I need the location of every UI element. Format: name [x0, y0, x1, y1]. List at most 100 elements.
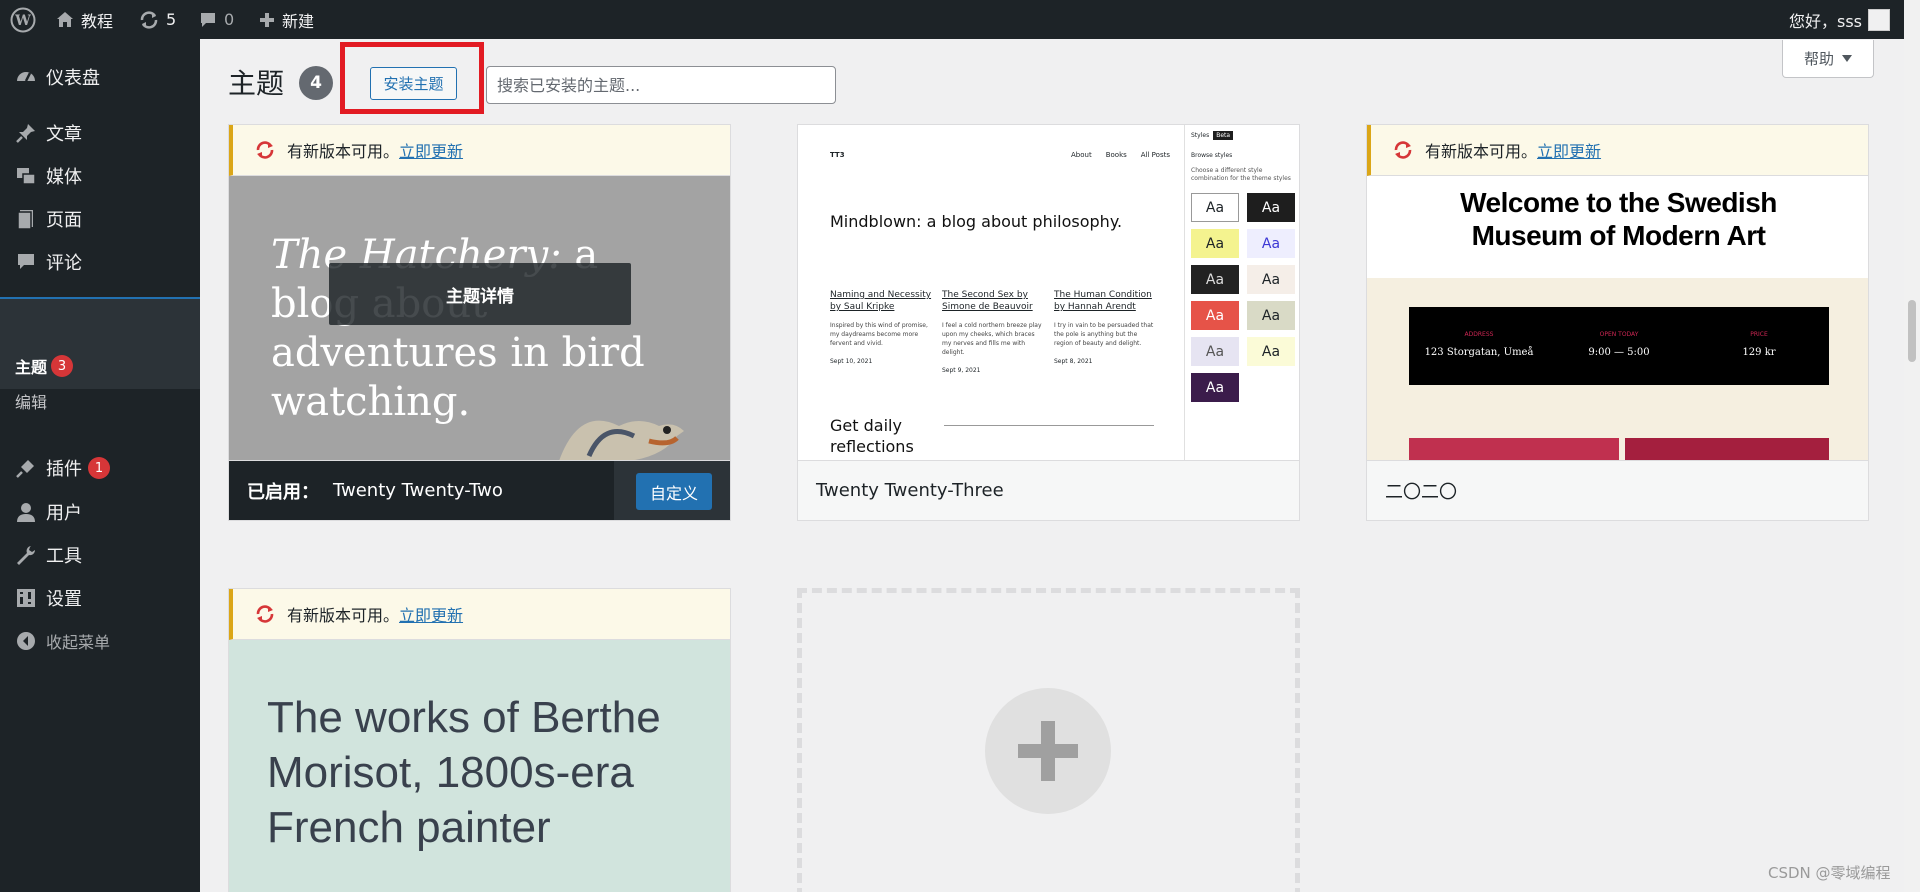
- wordpress-icon: W: [10, 7, 36, 32]
- post-date: Sept 9, 2021: [942, 367, 981, 374]
- menu-tools[interactable]: 工具: [0, 535, 200, 575]
- wordpress-logo[interactable]: W: [10, 0, 36, 39]
- post-excerpt: I try in vain to be persuaded that the p…: [1054, 322, 1154, 347]
- submenu-label: 主题: [15, 358, 48, 377]
- bird-illustration: [559, 420, 684, 461]
- comment-icon: [12, 251, 40, 273]
- post-title: The Second Sex by Simone de Beauvoir: [942, 290, 1033, 312]
- post-title: The Human Condition by Hannah Arendt: [1054, 290, 1152, 312]
- add-new-theme-button[interactable]: [985, 688, 1111, 814]
- collapse-label: 收起菜单: [46, 633, 111, 652]
- page-title: 主题: [228, 67, 285, 100]
- screenshot-post: The Second Sex by Simone de Beauvoir I f…: [942, 289, 1044, 377]
- menu-plugins[interactable]: 插件 1: [0, 448, 200, 488]
- plus-icon: [260, 12, 274, 27]
- page-icon: [12, 208, 40, 230]
- screenshot-nav: About Books All Posts: [1071, 151, 1170, 159]
- settings-icon: [12, 587, 40, 609]
- theme-name: 二〇二〇: [1385, 481, 1457, 503]
- update-icon: [256, 605, 274, 623]
- theme-footer: 二〇二〇: [1367, 460, 1868, 520]
- theme-name: Twenty Twenty-Two: [333, 480, 503, 501]
- scrollbar-thumb[interactable]: [1908, 300, 1916, 362]
- submenu-themes[interactable]: 主题 3: [15, 354, 74, 378]
- plugin-icon: [12, 457, 40, 479]
- post-date: Sept 8, 2021: [1054, 358, 1093, 365]
- menu-label: 媒体: [46, 167, 82, 188]
- theme-details-button[interactable]: 主题详情: [329, 263, 631, 325]
- updates-link[interactable]: 5: [138, 0, 176, 39]
- update-notice: 有新版本可用。立即更新: [229, 589, 730, 640]
- update-now-link[interactable]: 立即更新: [399, 142, 463, 161]
- style-swatch[interactable]: Aa: [1191, 301, 1239, 330]
- media-icon: [12, 165, 40, 187]
- post-excerpt: Inspired by this wind of promise, my day…: [830, 322, 928, 347]
- site-name: 教程: [81, 11, 114, 31]
- style-swatch[interactable]: Aa: [1247, 301, 1295, 330]
- collapse-arrow-icon: [12, 630, 40, 652]
- menu-media[interactable]: 媒体: [0, 156, 200, 196]
- menu-label: 仪表盘: [46, 68, 100, 89]
- home-icon: [57, 11, 73, 27]
- menu-pages[interactable]: 页面: [0, 199, 200, 239]
- chevron-down-icon: [1842, 54, 1852, 62]
- update-notice: 有新版本可用。立即更新: [1367, 125, 1868, 176]
- search-themes-input[interactable]: [486, 66, 836, 104]
- info-value: 9:00 — 5:00: [1588, 347, 1650, 358]
- site-name-link[interactable]: 教程: [55, 0, 113, 39]
- scrollbar[interactable]: [1904, 0, 1920, 892]
- admin-bar: W 教程 5 0 新建 您好，sss: [0, 0, 1920, 39]
- menu-settings[interactable]: 设置: [0, 578, 200, 618]
- screenshot-post: The Human Condition by Hannah Arendt I t…: [1054, 289, 1156, 368]
- menu-label: 评论: [46, 253, 82, 274]
- style-swatch[interactable]: Aa: [1247, 193, 1295, 222]
- collapse-menu-button[interactable]: 收起菜单: [0, 621, 200, 661]
- screenshot-headline: The works of Berthe Morisot, 1800s-era F…: [267, 693, 661, 852]
- style-swatch[interactable]: Aa: [1191, 229, 1239, 258]
- menu-comments[interactable]: 评论: [0, 242, 200, 282]
- help-tab-button[interactable]: 帮助: [1782, 40, 1874, 78]
- menu-posts[interactable]: 文章: [0, 113, 200, 153]
- post-date: Sept 10, 2021: [830, 358, 873, 365]
- help-label: 帮助: [1803, 50, 1834, 68]
- style-swatch[interactable]: Aa: [1247, 265, 1295, 294]
- plus-icon: [1018, 721, 1078, 781]
- comments-count: 0: [224, 10, 235, 29]
- update-notice: 有新版本可用。立即更新: [229, 125, 730, 176]
- menu-users[interactable]: 用户: [0, 492, 200, 532]
- comments-link[interactable]: 0: [198, 0, 234, 39]
- screenshot-info-box: ADDRESS OPEN TODAY PRICE 123 Storgatan, …: [1409, 307, 1829, 385]
- watermark: CSDN @零域编程: [1768, 864, 1891, 882]
- new-content-link[interactable]: 新建: [258, 0, 314, 39]
- plugins-update-badge: 1: [88, 457, 110, 479]
- my-account[interactable]: 您好，sss: [1789, 0, 1891, 39]
- style-swatch[interactable]: Aa: [1247, 229, 1295, 258]
- post-excerpt: I feel a cold northern breeze play upon …: [942, 322, 1042, 356]
- screenshot-headline: Welcome to the Swedish Museum of Modern …: [1460, 187, 1777, 251]
- style-swatch[interactable]: Aa: [1247, 337, 1295, 366]
- theme-card-twentytwenty[interactable]: 有新版本可用。立即更新 Welcome to the Swedish Museu…: [1366, 124, 1869, 521]
- style-swatch[interactable]: Aa: [1191, 373, 1239, 402]
- menu-dashboard[interactable]: 仪表盘: [0, 57, 200, 97]
- screenshot-divider: [944, 425, 1154, 426]
- theme-footer: Twenty Twenty-Three: [798, 460, 1299, 520]
- style-swatch[interactable]: Aa: [1191, 265, 1239, 294]
- screenshot-nav-item: All Posts: [1140, 151, 1170, 159]
- theme-screenshot: Welcome to the Swedish Museum of Modern …: [1367, 176, 1868, 461]
- theme-card-twentytwentyone[interactable]: 有新版本可用。立即更新 The works of Berthe Morisot,…: [228, 588, 731, 892]
- style-swatch[interactable]: Aa: [1191, 337, 1239, 366]
- comment-icon: [201, 12, 215, 27]
- panel-desc: Choose a different style combination for…: [1191, 167, 1291, 182]
- customize-button[interactable]: 自定义: [636, 473, 712, 510]
- theme-card-twentytwentythree[interactable]: TT3 About Books All Posts Mindblown: a b…: [797, 124, 1300, 521]
- update-now-link[interactable]: 立即更新: [1537, 142, 1601, 161]
- update-now-link[interactable]: 立即更新: [399, 606, 463, 625]
- menu-label: 用户: [46, 503, 82, 524]
- screenshot-nav-item: About: [1071, 151, 1092, 159]
- svg-text:W: W: [14, 13, 31, 29]
- style-swatch[interactable]: Aa: [1191, 193, 1239, 222]
- greeting: 您好，sss: [1789, 11, 1863, 31]
- submenu-editor[interactable]: 编辑: [15, 389, 47, 413]
- theme-card-twentytwentytwo[interactable]: 有新版本可用。立即更新 The Hatchery: a blog about a…: [228, 124, 731, 521]
- updates-count: 5: [166, 10, 177, 29]
